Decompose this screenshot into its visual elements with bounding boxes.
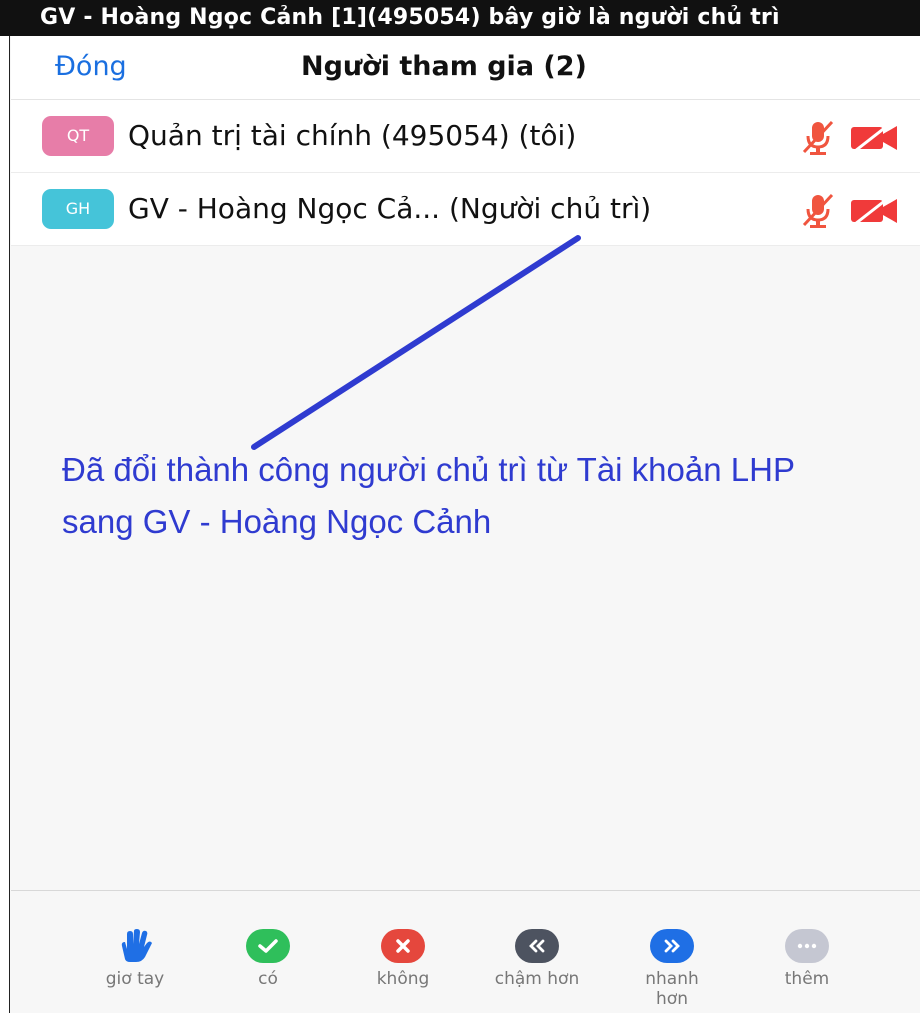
slower-label: chậm hơn <box>494 969 580 989</box>
close-button[interactable]: Đóng <box>55 51 127 82</box>
muted-mic-icon[interactable] <box>799 191 837 229</box>
raise-hand-button[interactable]: giơ tay <box>75 929 195 989</box>
x-icon <box>381 929 425 963</box>
video-off-icon[interactable] <box>849 195 899 225</box>
participant-name: Quản trị tài chính (495054) (tôi) <box>128 119 577 152</box>
more-icon <box>785 929 829 963</box>
participant-row[interactable]: GH GV - Hoàng Ngọc Cả... (Người chủ trì) <box>11 173 920 246</box>
annotation-line-1: Đã đổi thành công người chủ trì từ Tài k… <box>62 451 795 488</box>
yes-label: có <box>258 969 278 989</box>
reaction-toolbar: giơ tay có không chậm hơn nhanh hơn thêm <box>11 890 920 1013</box>
more-label: thêm <box>784 969 830 989</box>
avatar: GH <box>42 189 114 229</box>
muted-mic-icon[interactable] <box>799 118 837 156</box>
faster-button[interactable]: nhanh hơn <box>612 929 732 1009</box>
slower-button[interactable]: chậm hơn <box>477 929 597 989</box>
avatar: QT <box>42 116 114 156</box>
faster-label: nhanh hơn <box>645 969 699 1009</box>
fast-forward-icon <box>650 929 694 963</box>
more-button[interactable]: thêm <box>747 929 867 989</box>
annotation-text: Đã đổi thành công người chủ trì từ Tài k… <box>62 444 842 548</box>
participant-list: QT Quản trị tài chính (495054) (tôi) GH … <box>11 100 920 246</box>
video-off-icon[interactable] <box>849 122 899 152</box>
no-label: không <box>376 969 430 989</box>
host-change-banner: GV - Hoàng Ngọc Cảnh [1](495054) bây giờ… <box>0 0 920 36</box>
page-title: Người tham gia (2) <box>301 51 587 82</box>
participant-name: GV - Hoàng Ngọc Cả... (Người chủ trì) <box>128 192 652 225</box>
yes-button[interactable]: có <box>208 929 328 989</box>
participant-row[interactable]: QT Quản trị tài chính (495054) (tôi) <box>11 100 920 173</box>
check-icon <box>246 929 290 963</box>
raise-hand-label: giơ tay <box>105 969 165 989</box>
window-edge <box>0 36 10 1013</box>
no-button[interactable]: không <box>343 929 463 989</box>
annotation-line-2: sang GV - Hoàng Ngọc Cảnh <box>62 503 492 540</box>
participants-header: Đóng Người tham gia (2) <box>11 36 920 100</box>
raise-hand-icon <box>113 929 157 963</box>
rewind-icon <box>515 929 559 963</box>
